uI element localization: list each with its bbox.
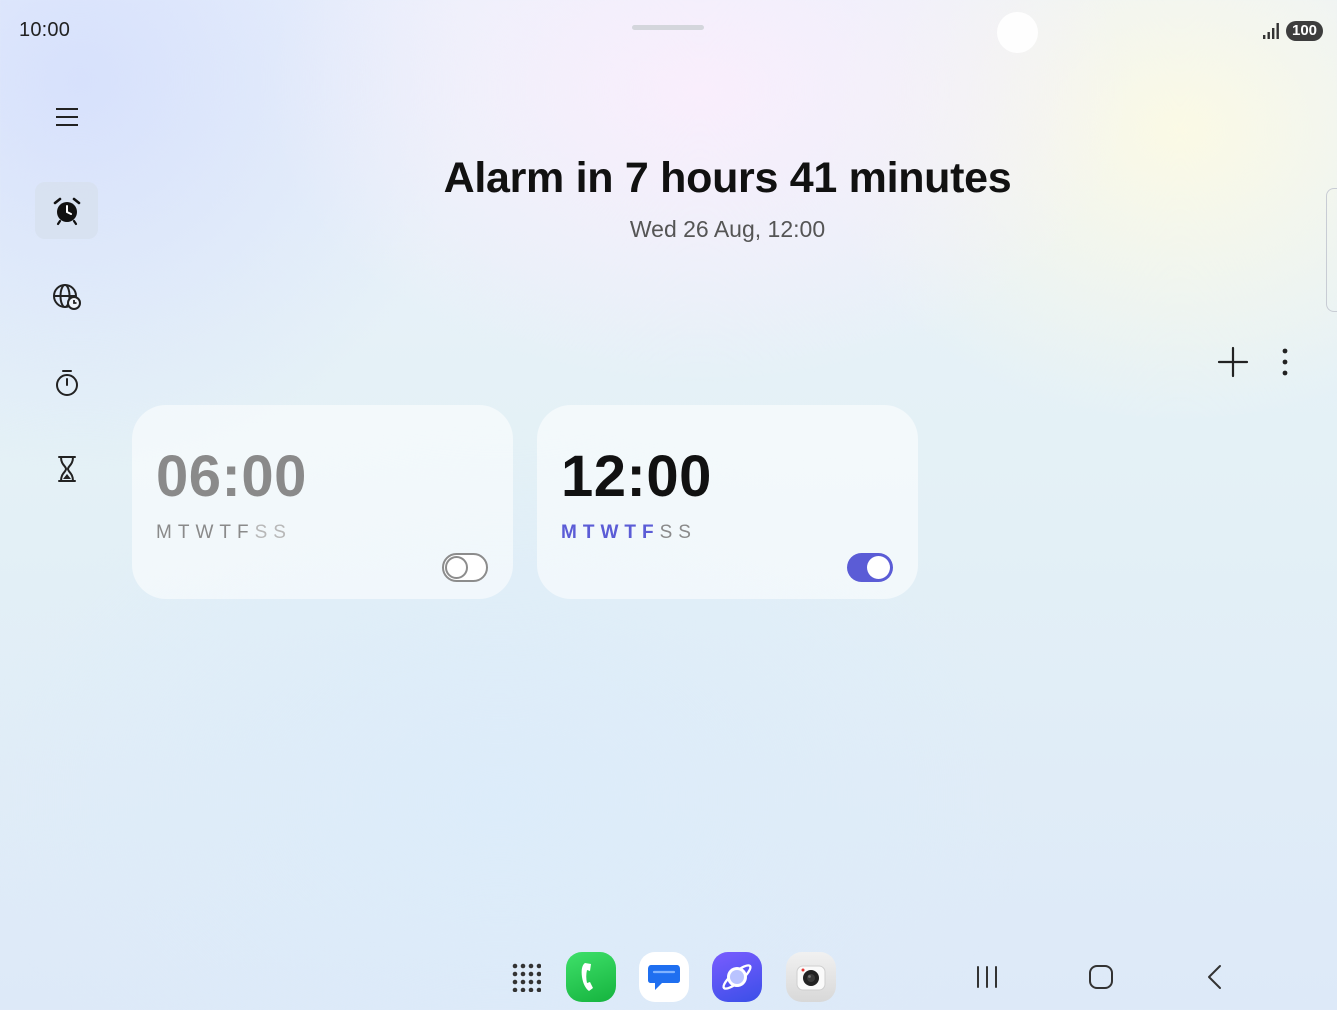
status-time: 10:00 [19,19,71,41]
camera-icon [796,965,826,991]
front-camera-cutout [997,12,1038,53]
messages-app[interactable] [639,952,689,1002]
apps-grid-icon[interactable] [511,962,541,992]
day-label: S [659,522,679,543]
drag-handle[interactable] [632,25,704,30]
home-icon[interactable] [1086,962,1116,992]
alarm-time: 12:00 [561,444,712,509]
messages-icon [648,965,680,990]
day-label: M [561,522,583,543]
day-label: M [156,522,178,543]
toggle-knob [445,556,468,579]
internet-app[interactable] [712,952,762,1002]
day-label: S [678,522,697,543]
edge-panel-handle[interactable] [1326,188,1337,312]
hourglass-icon [57,455,76,482]
alarm-time: 06:00 [156,444,307,509]
day-label: T [624,522,642,543]
alarm-card[interactable]: 06:00 M T W T F S S [132,405,513,599]
day-label: T [177,522,196,543]
day-label: S [273,522,292,543]
plus-icon[interactable] [1216,345,1250,379]
day-label: S [254,522,274,543]
globe-clock-icon [52,283,81,310]
stopwatch-icon [55,369,78,396]
battery-indicator: 100 [1286,21,1324,41]
phone-app[interactable] [566,952,616,1002]
camera-app[interactable] [786,952,836,1002]
alarm-toggle[interactable] [442,553,488,582]
browser-icon [722,964,752,990]
day-label: W [600,522,625,543]
day-label: W [195,522,220,543]
nav-timer[interactable] [35,440,98,497]
page-title: Alarm in 7 hours 41 minutes [443,154,1012,202]
menu-icon [55,107,78,126]
alarm-toggle[interactable] [847,553,893,582]
recents-icon[interactable] [972,962,1002,992]
day-label: F [236,522,255,543]
signal-icon [1263,23,1279,39]
day-label: T [582,522,601,543]
alarm-card[interactable]: 12:00 M T W T F S S [537,405,918,599]
menu-button[interactable] [35,88,98,145]
day-label: T [219,522,237,543]
day-label: F [641,522,660,543]
back-icon[interactable] [1200,962,1230,992]
toggle-knob [867,556,890,579]
alarm-days: M T W T F S S [156,522,292,544]
nav-stopwatch[interactable] [35,354,98,411]
next-alarm-date: Wed 26 Aug, 12:00 [629,216,826,242]
nav-world-clock[interactable] [35,268,98,325]
phone-icon [581,963,593,991]
more-vertical-icon[interactable] [1272,345,1298,379]
alarm-days: M T W T F S S [561,522,697,544]
